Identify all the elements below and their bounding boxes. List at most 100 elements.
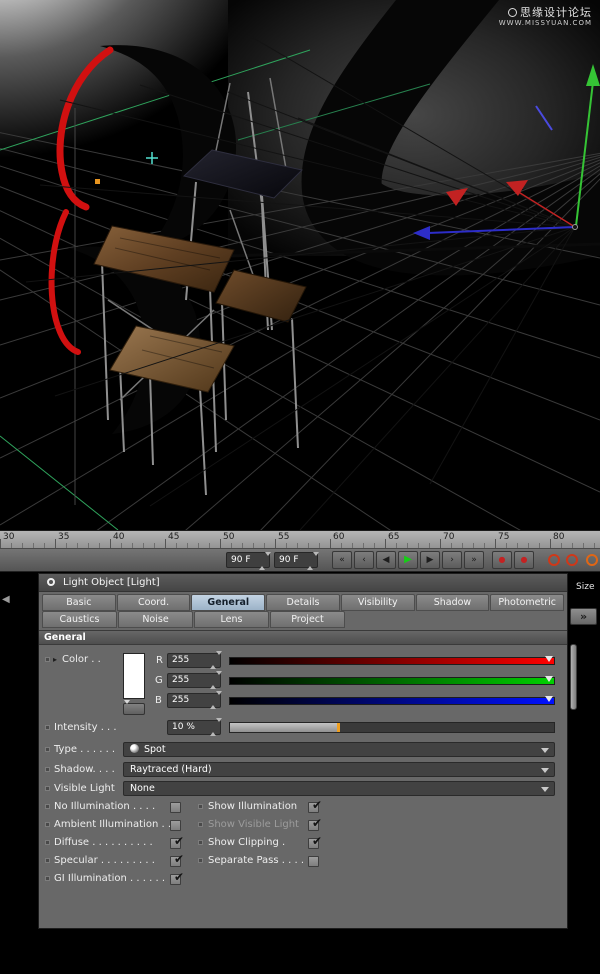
ruler-tick-label: 80 — [553, 532, 564, 542]
check-icon: ✔ — [312, 816, 322, 830]
check-icon: ✔ — [174, 834, 184, 848]
record-icon-b[interactable] — [566, 554, 578, 566]
slider-handle[interactable] — [337, 723, 340, 732]
red-gradient-slider[interactable] — [229, 657, 555, 665]
tab-general[interactable]: General — [191, 594, 265, 611]
spinner-arrows-icon[interactable] — [307, 554, 316, 568]
keyframe-dot[interactable] — [45, 840, 50, 845]
ambient-illumination-checkbox[interactable] — [170, 820, 181, 831]
spinner-arrows-icon[interactable] — [210, 654, 219, 667]
intensity-slider[interactable] — [229, 722, 555, 733]
prev-key-button[interactable]: ‹ — [354, 551, 374, 569]
keyframe-dot[interactable] — [45, 657, 50, 662]
slider-marker-icon[interactable] — [545, 656, 553, 662]
panel-titlebar[interactable]: Light Object [Light] — [39, 574, 567, 592]
watermark-url: WWW.MISSYUAN.COM — [499, 19, 592, 27]
end-frame-field[interactable]: 90 F — [274, 552, 318, 568]
lower-workspace: ◀ Size » Light Object [Light] Basic Coor… — [0, 572, 600, 974]
light-object-icon — [47, 578, 55, 586]
chevron-down-icon — [541, 748, 549, 753]
scene-render — [0, 0, 600, 530]
point-handle[interactable] — [95, 179, 100, 184]
visible-light-value: None — [130, 783, 155, 794]
keyframe-dot[interactable] — [198, 804, 203, 809]
tab-project[interactable]: Project — [270, 611, 345, 628]
next-key-button[interactable]: › — [442, 551, 462, 569]
autokey-button[interactable]: ● — [514, 551, 534, 569]
b-value-field[interactable]: 255 — [167, 693, 221, 708]
record-icon-a[interactable] — [548, 554, 560, 566]
keyframe-dot[interactable] — [45, 858, 50, 863]
slider-marker-icon[interactable] — [545, 676, 553, 682]
expand-arrow-icon[interactable]: ▸ — [53, 655, 57, 664]
section-header-general[interactable]: General — [39, 630, 567, 645]
keyframe-dot[interactable] — [45, 725, 50, 730]
cinema4d-window: 思缘设计论坛 WWW.MISSYUAN.COM 30 35 40 45 50 5… — [0, 0, 600, 974]
color-label: Color . . — [62, 654, 101, 665]
ambient-illumination-label: Ambient Illumination . . — [54, 819, 171, 830]
visible-light-dropdown[interactable]: None — [123, 781, 555, 796]
keyframe-dot[interactable] — [45, 786, 50, 791]
watermark-text: 思缘设计论坛 — [520, 6, 592, 19]
ruler-tick-label: 35 — [58, 532, 69, 542]
keyframe-dot[interactable] — [198, 840, 203, 845]
keyframe-dot[interactable] — [198, 822, 203, 827]
keyframe-dot[interactable] — [198, 858, 203, 863]
spinner-arrows-icon[interactable] — [259, 554, 268, 568]
collapse-left-icon[interactable]: ◀ — [2, 594, 10, 605]
vertical-scrollbar[interactable] — [570, 644, 577, 710]
goto-start-button[interactable]: « — [332, 551, 352, 569]
keyframe-dot[interactable] — [45, 804, 50, 809]
ruler-tick-label: 65 — [388, 532, 399, 542]
color-picker-button[interactable] — [123, 703, 145, 715]
intensity-field[interactable]: 10 % — [167, 720, 221, 735]
tab-lens[interactable]: Lens — [194, 611, 269, 628]
record-icon-c[interactable] — [586, 554, 598, 566]
goto-end-button[interactable]: » — [464, 551, 484, 569]
blue-gradient-slider[interactable] — [229, 697, 555, 705]
shadow-dropdown[interactable]: Raytraced (Hard) — [123, 762, 555, 777]
r-value-field[interactable]: 255 — [167, 653, 221, 668]
intensity-label: Intensity . . . — [54, 722, 117, 733]
keyframe-dot[interactable] — [45, 747, 50, 752]
tab-caustics[interactable]: Caustics — [42, 611, 117, 628]
r-label: R — [156, 655, 163, 666]
color-swatch[interactable] — [123, 653, 145, 699]
ruler-tick-label: 60 — [333, 532, 344, 542]
timeline-ruler[interactable]: 30 35 40 45 50 55 60 65 70 75 80 — [0, 530, 600, 549]
separate-pass-checkbox[interactable] — [308, 856, 319, 867]
gi-illumination-label: GI Illumination . . . . . . — [54, 873, 165, 884]
green-gradient-slider[interactable] — [229, 677, 555, 685]
no-illumination-checkbox[interactable] — [170, 802, 181, 813]
panel-expand-button[interactable]: » — [570, 608, 597, 625]
g-label: G — [155, 675, 163, 686]
viewport-3d[interactable]: 思缘设计论坛 WWW.MISSYUAN.COM — [0, 0, 600, 530]
play-button[interactable]: ▶ — [398, 551, 418, 569]
spinner-arrows-icon[interactable] — [210, 694, 219, 707]
tab-shadow[interactable]: Shadow — [416, 594, 490, 611]
next-frame-button[interactable]: ▶ — [420, 551, 440, 569]
panel-title: Light Object [Light] — [63, 577, 160, 588]
tab-details[interactable]: Details — [266, 594, 340, 611]
g-value-field[interactable]: 255 — [167, 673, 221, 688]
current-frame-field[interactable]: 90 F — [226, 552, 270, 568]
tab-coord[interactable]: Coord. — [117, 594, 191, 611]
chevron-down-icon — [541, 768, 549, 773]
spinner-arrows-icon[interactable] — [210, 674, 219, 687]
prev-frame-button[interactable]: ◀ — [376, 551, 396, 569]
keyframe-dot[interactable] — [45, 767, 50, 772]
slider-marker-icon[interactable] — [545, 696, 553, 702]
record-keyframe-button[interactable]: ● — [492, 551, 512, 569]
tab-basic[interactable]: Basic — [42, 594, 116, 611]
watermark: 思缘设计论坛 WWW.MISSYUAN.COM — [499, 6, 592, 28]
light-origin-handle[interactable] — [573, 225, 578, 230]
tab-noise[interactable]: Noise — [118, 611, 193, 628]
keyframe-dot[interactable] — [45, 822, 50, 827]
tab-visibility[interactable]: Visibility — [341, 594, 415, 611]
keyframe-dot[interactable] — [45, 876, 50, 881]
type-dropdown[interactable]: Spot — [123, 742, 555, 757]
tab-photometric[interactable]: Photometric — [490, 594, 564, 611]
ruler-tick-label: 45 — [168, 532, 179, 542]
spinner-arrows-icon[interactable] — [210, 721, 219, 734]
ruler-tick-label: 50 — [223, 532, 234, 542]
